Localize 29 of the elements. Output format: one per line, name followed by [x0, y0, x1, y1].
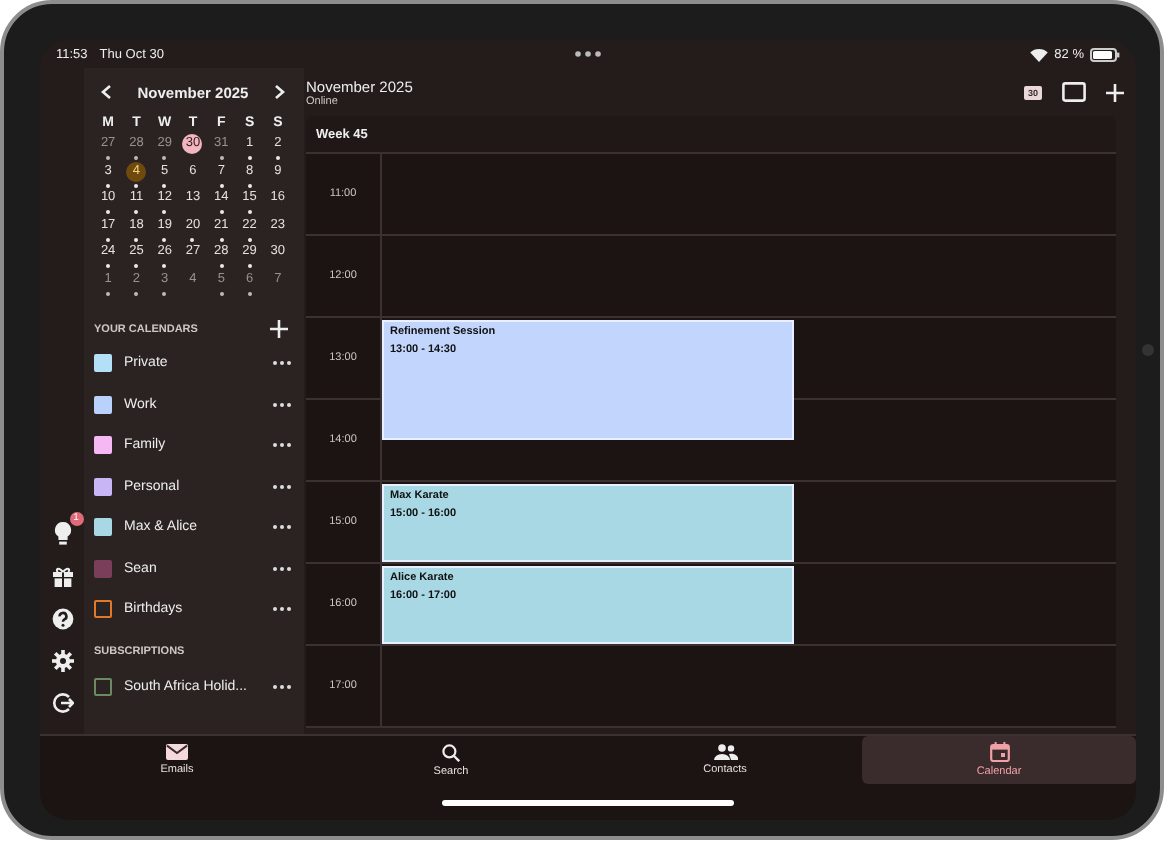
- more-icon[interactable]: [272, 683, 292, 690]
- settings-icon[interactable]: [51, 650, 73, 672]
- calendar-color-square[interactable]: [94, 477, 112, 496]
- more-icon[interactable]: [272, 565, 292, 572]
- calendar-color-square[interactable]: [94, 559, 112, 578]
- gift-icon[interactable]: [51, 566, 73, 588]
- more-icon: [574, 50, 602, 58]
- more-icon[interactable]: [272, 524, 292, 531]
- search-icon: [442, 743, 460, 761]
- help-icon[interactable]: [51, 608, 73, 630]
- people-icon: [713, 744, 737, 760]
- more-icon[interactable]: [272, 401, 292, 408]
- battery-icon: [1090, 47, 1120, 61]
- calendar-color-square[interactable]: [94, 677, 112, 696]
- more-icon[interactable]: [272, 360, 292, 367]
- add-icon[interactable]: [270, 320, 288, 339]
- logout-icon[interactable]: [51, 692, 73, 714]
- previous-month-icon[interactable]: [100, 84, 112, 100]
- more-icon[interactable]: [272, 483, 292, 490]
- more-icon[interactable]: [272, 606, 292, 613]
- lightbulb-icon[interactable]: [51, 520, 73, 546]
- view-toggle-icon[interactable]: [1062, 82, 1086, 102]
- calendar-color-square[interactable]: [94, 600, 112, 619]
- next-month-icon[interactable]: [273, 84, 286, 100]
- envelope-icon: [166, 744, 188, 760]
- wifi-icon: [1030, 47, 1049, 61]
- add-icon[interactable]: [1106, 83, 1124, 101]
- calendar-icon: [989, 742, 1009, 762]
- more-icon[interactable]: [272, 442, 292, 449]
